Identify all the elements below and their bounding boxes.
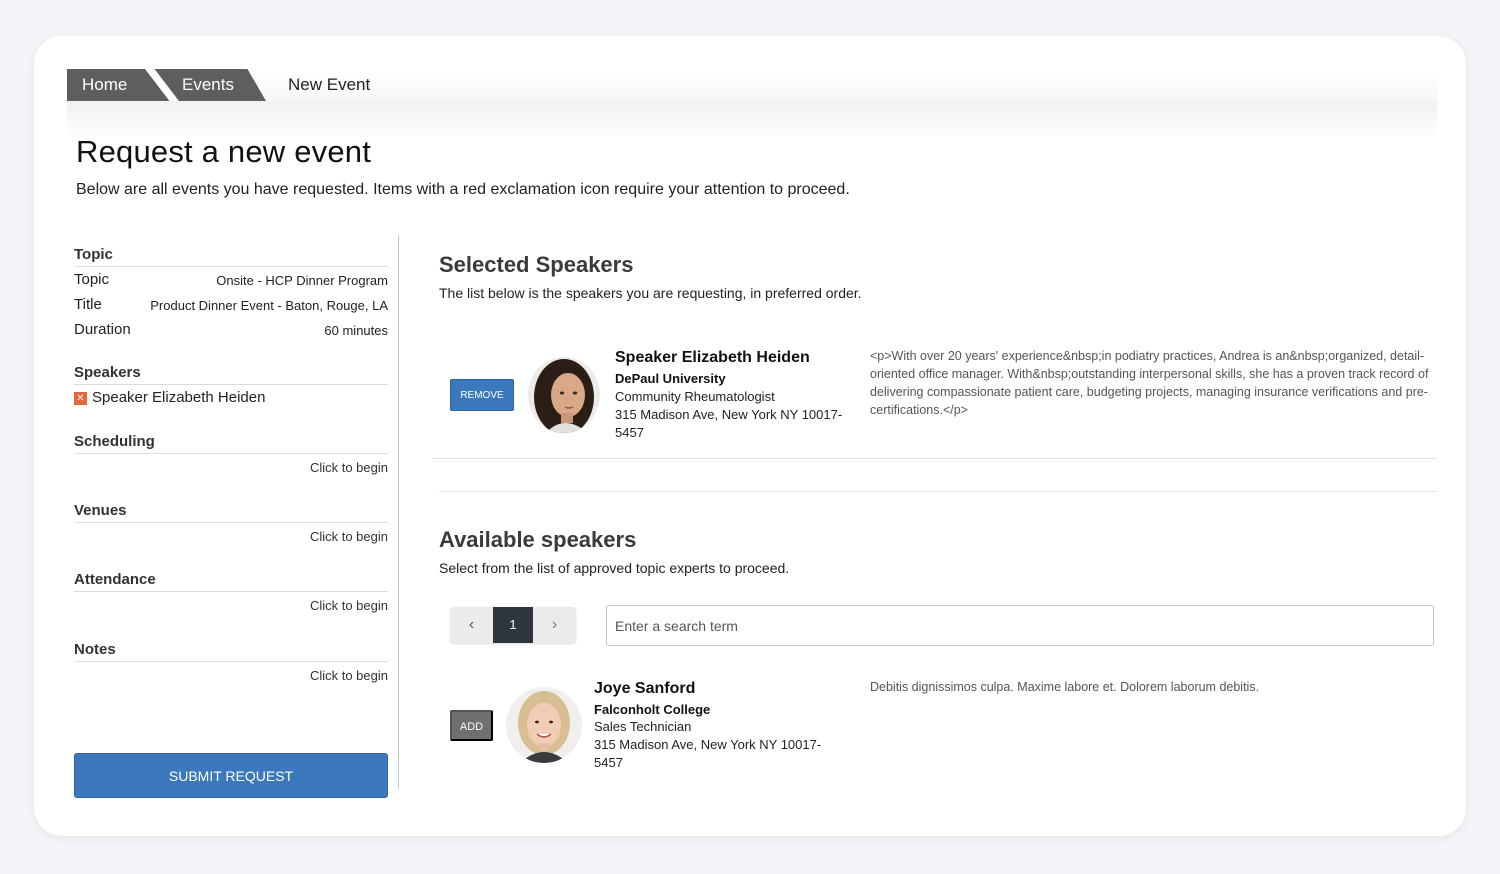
chevron-right-icon[interactable]: ›: [533, 607, 576, 643]
selected-speaker-school: DePaul University: [615, 371, 726, 386]
chevron-left-icon[interactable]: ‹: [450, 607, 493, 643]
available-speaker-avatar: [506, 687, 582, 763]
duration-label: Duration: [74, 321, 131, 338]
duration-value: 60 minutes: [324, 323, 388, 338]
available-speaker-bio: Debitis dignissimos culpa. Maxime labore…: [870, 680, 1260, 694]
available-speakers-subtitle: Select from the list of approved topic e…: [439, 560, 790, 576]
selected-speakers-subtitle: The list below is the speakers you are r…: [439, 285, 862, 301]
available-speaker-address-zip: 5457: [594, 755, 623, 770]
available-speaker-role: Sales Technician: [594, 719, 692, 734]
available-speakers-title: Available speakers: [439, 527, 637, 552]
selected-speaker-role: Community Rheumatologist: [615, 389, 775, 404]
attendance-section-heading: Attendance: [74, 571, 388, 592]
sidebar-speaker-name: Speaker Elizabeth Heiden: [92, 389, 266, 406]
topic-section-heading: Topic: [74, 246, 388, 267]
add-speaker-button[interactable]: ADD: [450, 710, 493, 741]
selected-speaker-name: Speaker Elizabeth Heiden: [615, 349, 810, 366]
section-divider: [439, 491, 1437, 492]
notes-begin-link[interactable]: Click to begin: [310, 668, 388, 683]
available-speaker-school: Falconholt College: [594, 702, 711, 717]
topic-label: Topic: [74, 271, 110, 288]
remove-speaker-button[interactable]: REMOVE: [450, 379, 514, 411]
available-speaker-name: Joye Sanford: [594, 680, 696, 697]
scheduling-section-heading: Scheduling: [74, 433, 388, 454]
attendance-begin-link[interactable]: Click to begin: [310, 598, 388, 613]
title-value: Product Dinner Event - Baton, Rouge, LA: [150, 298, 388, 313]
selected-speakers-title: Selected Speakers: [439, 252, 634, 277]
main-card: Home Events New Event Request a new even…: [34, 36, 1466, 836]
topic-row: Topic Onsite - HCP Dinner Program: [74, 271, 388, 293]
breadcrumb-current: New Event: [288, 75, 371, 94]
venues-section-heading: Venues: [74, 502, 388, 523]
page-title: Request a new event: [76, 134, 372, 169]
available-speaker-address: 315 Madison Ave, New York NY 10017-: [594, 737, 822, 752]
sidebar-speaker[interactable]: ✕ Speaker Elizabeth Heiden: [74, 389, 265, 406]
title-label: Title: [74, 296, 102, 313]
selected-speaker-bio: <p>With over 20 years' experience&nbsp;i…: [870, 349, 1429, 417]
alert-x-icon: ✕: [74, 392, 87, 405]
title-row: Title Product Dinner Event - Baton, Roug…: [74, 296, 388, 318]
selected-speaker-address-zip: 5457: [615, 425, 644, 440]
venues-begin-link[interactable]: Click to begin: [310, 529, 388, 544]
notes-section-heading: Notes: [74, 641, 388, 662]
scheduling-begin-link[interactable]: Click to begin: [310, 460, 388, 475]
submit-request-button[interactable]: SUBMIT REQUEST: [74, 753, 388, 798]
sidebar-divider: [398, 235, 399, 789]
page-subtitle: Below are all events you have requested.…: [76, 181, 850, 198]
speakers-section-heading: Speakers: [74, 364, 388, 385]
duration-row: Duration 60 minutes: [74, 321, 388, 343]
breadcrumb: [67, 69, 1437, 101]
selected-divider: [432, 458, 1437, 459]
pagination: ‹ 1 ›: [450, 607, 576, 643]
selected-speaker-address: 315 Madison Ave, New York NY 10017-: [615, 407, 843, 422]
topic-value: Onsite - HCP Dinner Program: [216, 273, 388, 288]
speaker-search-input[interactable]: [606, 605, 1434, 646]
selected-speaker-avatar: [528, 357, 600, 433]
page-1-button[interactable]: 1: [493, 607, 533, 643]
